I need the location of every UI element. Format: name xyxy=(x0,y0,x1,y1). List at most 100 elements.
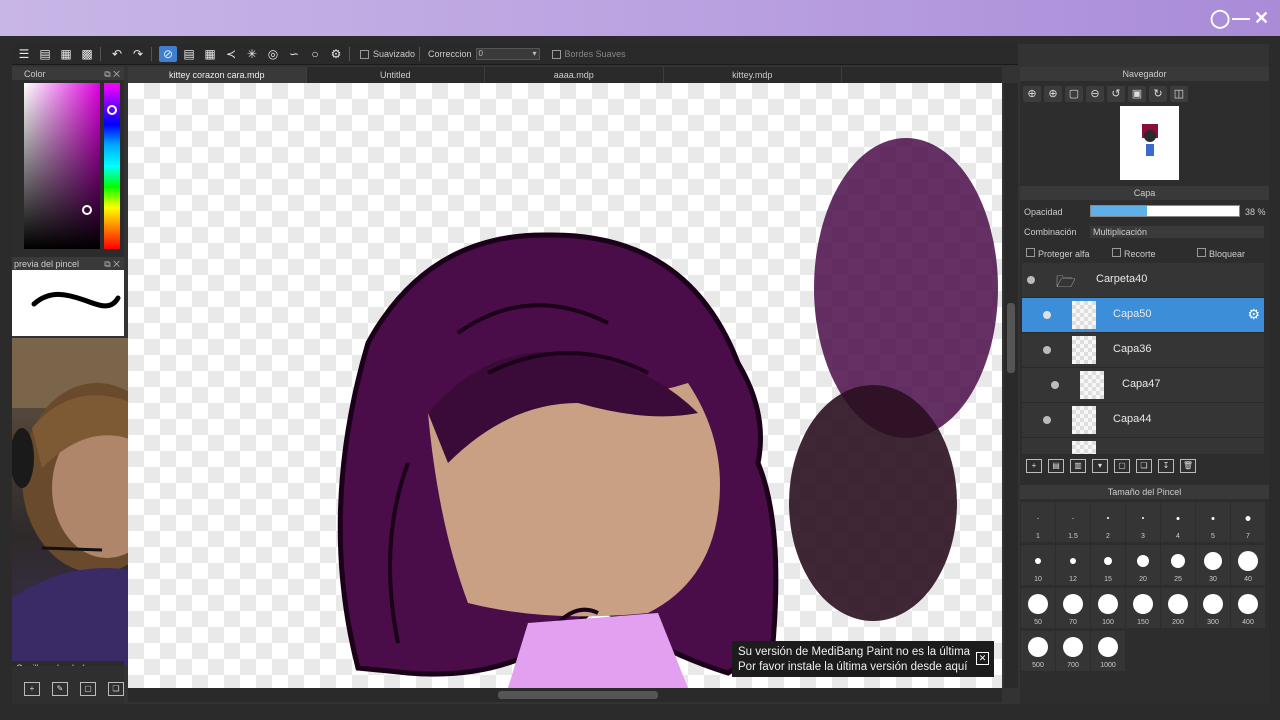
concentric-snap-icon[interactable]: ◎ xyxy=(264,46,282,62)
smooth-checkbox[interactable] xyxy=(360,49,369,59)
rotate-left-icon[interactable]: ↺ xyxy=(1107,86,1125,102)
brush-size-option[interactable]: 2 xyxy=(1091,502,1125,542)
navigator-thumbnail[interactable] xyxy=(1120,106,1179,180)
brush-size-option[interactable]: 25 xyxy=(1161,545,1195,585)
vertical-scroll-thumb[interactable] xyxy=(1007,303,1015,373)
panel-float-close-icon[interactable]: ⧉ ✕ xyxy=(104,67,120,81)
lock-option[interactable]: Bloquear xyxy=(1197,248,1245,259)
radial-snap-icon[interactable]: ≺ xyxy=(222,46,240,62)
brush-copy-icon[interactable]: ❏ xyxy=(108,682,124,696)
new-8bit-layer-icon[interactable]: ▥ xyxy=(1070,459,1086,473)
hue-picker-ring[interactable] xyxy=(107,105,117,115)
layer-row[interactable]: Capa47 xyxy=(1022,368,1264,403)
rotate-right-icon[interactable]: ↻ xyxy=(1149,86,1167,102)
redo-icon[interactable]: ↷ xyxy=(129,46,147,62)
restore-icon[interactable]: ◯ xyxy=(1210,8,1230,29)
duplicate-layer-icon[interactable]: ❏ xyxy=(1136,459,1152,473)
blend-mode-select[interactable]: Multiplicación xyxy=(1090,226,1264,238)
brush-size-option[interactable]: 5 xyxy=(1196,502,1230,542)
drawing-canvas[interactable] xyxy=(128,83,1002,688)
layer-row-folder[interactable]: 🗁 Carpeta40 xyxy=(1022,263,1264,298)
zoom-in-icon[interactable]: ⊕ xyxy=(1023,86,1041,102)
panel-float-close-icon[interactable]: ⧉ ✕ xyxy=(104,257,120,271)
brush-size-option[interactable]: 30 xyxy=(1196,545,1230,585)
visibility-eye-icon[interactable] xyxy=(1051,381,1059,389)
grid-layout-icon[interactable]: ▩ xyxy=(78,46,96,62)
canvas-horizontal-scrollbar[interactable] xyxy=(128,688,1002,702)
fit-window-icon[interactable]: ▢ xyxy=(1065,86,1083,102)
brush-size-option[interactable]: 200 xyxy=(1161,588,1195,628)
menu-icon[interactable]: ☰ xyxy=(15,46,33,62)
brush-size-option[interactable]: 20 xyxy=(1126,545,1160,585)
close-window-icon[interactable]: ✕ xyxy=(1254,8,1269,29)
tab-untitled[interactable]: Untitled xyxy=(307,67,485,83)
new-layer-icon[interactable]: + xyxy=(1026,459,1042,473)
brush-size-option[interactable]: 1.5 xyxy=(1056,502,1090,542)
merge-layer-icon[interactable]: ↧ xyxy=(1158,459,1174,473)
parallel-snap-icon[interactable]: ▤ xyxy=(180,46,198,62)
undo-icon[interactable]: ↶ xyxy=(108,46,126,62)
radial-line-icon[interactable]: ✳ xyxy=(243,46,261,62)
canvas-vertical-scrollbar[interactable] xyxy=(1004,83,1018,688)
brush-size-dot-icon xyxy=(1142,517,1144,519)
new-halftone-layer-icon[interactable]: ▤ xyxy=(1048,459,1064,473)
layer-row-selected[interactable]: Capa50 ⚙ xyxy=(1022,298,1264,333)
opacity-slider[interactable] xyxy=(1090,205,1240,217)
add-brush-icon[interactable]: + xyxy=(24,682,40,696)
correction-select[interactable]: 0 ▾ xyxy=(475,48,540,60)
tab-kittey-corazon[interactable]: kittey corazon cara.mdp xyxy=(128,67,307,83)
delete-layer-icon[interactable]: 🗑 xyxy=(1180,459,1196,473)
brush-size-option[interactable]: 7 xyxy=(1231,502,1265,542)
page-icon[interactable]: ▤ xyxy=(36,46,54,62)
brush-size-option[interactable]: 500 xyxy=(1021,631,1055,671)
add-layer-dropdown-icon[interactable]: ▾ xyxy=(1092,459,1108,473)
brush-size-option[interactable]: 10 xyxy=(1021,545,1055,585)
ellipse-snap-icon[interactable]: ○ xyxy=(306,46,324,62)
visibility-eye-icon[interactable] xyxy=(1043,311,1051,319)
fit-screen-icon[interactable]: ▣ xyxy=(1128,86,1146,102)
sv-picker-ring[interactable] xyxy=(82,205,92,215)
brush-settings-icon[interactable]: ✎ xyxy=(52,682,68,696)
minimize-icon[interactable]: — xyxy=(1232,8,1250,29)
soft-edges-checkbox[interactable] xyxy=(551,49,561,59)
brush-folder-icon[interactable]: ▢ xyxy=(80,682,96,696)
brush-size-option[interactable]: 400 xyxy=(1231,588,1265,628)
panel-icon[interactable]: ▦ xyxy=(57,46,75,62)
curve-snap-icon[interactable]: ∽ xyxy=(285,46,303,62)
close-notice-icon[interactable]: ✕ xyxy=(976,652,989,665)
brush-size-option[interactable]: 50 xyxy=(1021,588,1055,628)
brush-size-option[interactable]: 3 xyxy=(1126,502,1160,542)
visibility-eye-icon[interactable] xyxy=(1043,416,1051,424)
brush-size-option[interactable]: 70 xyxy=(1056,588,1090,628)
brush-size-option[interactable]: 40 xyxy=(1231,545,1265,585)
visibility-eye-icon[interactable] xyxy=(1043,346,1051,354)
brush-size-option[interactable]: 100 xyxy=(1091,588,1125,628)
saturation-value-area[interactable] xyxy=(24,83,100,249)
grid-snap-icon[interactable]: ▦ xyxy=(201,46,219,62)
brush-size-option[interactable]: 15 xyxy=(1091,545,1125,585)
brush-size-option[interactable]: 4 xyxy=(1161,502,1195,542)
tab-kittey[interactable]: kittey.mdp xyxy=(664,67,842,83)
zoom-out-icon[interactable]: ⊖ xyxy=(1086,86,1104,102)
tab-aaaa[interactable]: aaaa.mdp xyxy=(485,67,664,83)
update-notice[interactable]: Su versión de MediBang Paint no es la úl… xyxy=(732,641,994,677)
zoom-in-alt-icon[interactable]: ⊕ xyxy=(1044,86,1062,102)
settings-gear-icon[interactable]: ⚙ xyxy=(327,46,345,62)
brush-size-option[interactable]: 300 xyxy=(1196,588,1230,628)
brush-size-option[interactable]: 12 xyxy=(1056,545,1090,585)
brush-size-option[interactable]: 1 xyxy=(1021,502,1055,542)
brush-size-option[interactable]: 1000 xyxy=(1091,631,1125,671)
layer-row[interactable]: Capa44 xyxy=(1022,403,1264,438)
clip-option[interactable]: Recorte xyxy=(1112,248,1156,259)
brush-size-option[interactable]: 700 xyxy=(1056,631,1090,671)
horizontal-scroll-thumb[interactable] xyxy=(498,691,658,699)
layer-row[interactable]: Capa36 xyxy=(1022,333,1264,368)
layer-settings-gear-icon[interactable]: ⚙ xyxy=(1247,306,1260,323)
new-folder-icon[interactable]: ▢ xyxy=(1114,459,1130,473)
layer-row-partial[interactable] xyxy=(1022,438,1264,455)
flip-icon[interactable]: ◫ xyxy=(1170,86,1188,102)
brush-size-option[interactable]: 150 xyxy=(1126,588,1160,628)
protect-alpha-option[interactable]: Proteger alfa xyxy=(1026,248,1090,259)
visibility-eye-icon[interactable] xyxy=(1027,276,1035,284)
snap-off-icon[interactable]: ⊘ xyxy=(159,46,177,62)
